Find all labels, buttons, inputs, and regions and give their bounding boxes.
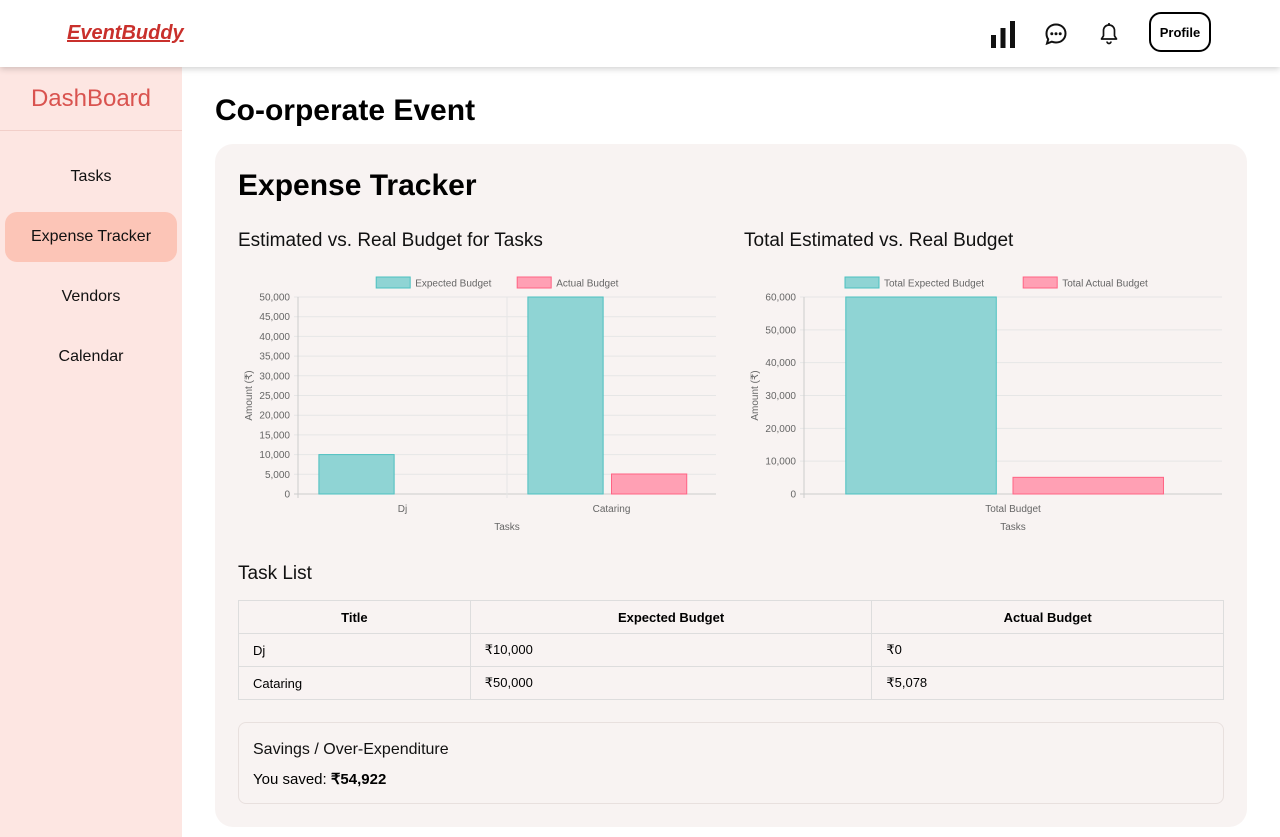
bell-icon[interactable] (1099, 18, 1119, 50)
sidebar-title: DashBoard (30, 85, 152, 112)
legend-swatch (516, 276, 552, 289)
bar (611, 473, 688, 495)
x-tick-label: Cataring (593, 504, 631, 515)
legend-label: Total Expected Budget (884, 279, 984, 290)
task-title-cell: Dj (238, 633, 471, 667)
y-tick-label: 40,000 (765, 358, 796, 369)
y-tick-label: 50,000 (259, 293, 290, 304)
y-tick-label: 10,000 (259, 450, 290, 461)
table-row: Cataring ₹50,000 ₹5,078 (238, 666, 1224, 700)
sidebar-item-expense-tracker[interactable]: Expense Tracker (5, 212, 177, 262)
legend-swatch (375, 276, 411, 289)
task-table: Title Expected Budget Actual Budget Dj ₹… (238, 600, 1224, 700)
y-tick-label: 0 (284, 490, 290, 501)
expense-tracker-card: Expense Tracker Estimated vs. Real Budge… (215, 144, 1247, 827)
x-tick-label: Dj (398, 504, 407, 515)
chat-icon[interactable] (1044, 18, 1068, 50)
sidebar-item-tasks[interactable]: Tasks (5, 152, 177, 202)
y-axis-title: Amount (₹) (244, 370, 255, 420)
profile-button[interactable]: Profile (1149, 12, 1211, 52)
legend-swatch (844, 276, 880, 289)
chart-title-tasks: Estimated vs. Real Budget for Tasks (238, 230, 543, 251)
y-tick-label: 25,000 (259, 391, 290, 402)
column-header-actual: Actual Budget (871, 600, 1224, 634)
tasks-budget-chart: 0 5,000 10,000 15,000 20,000 25,000 30,000 35,0… (244, 276, 716, 533)
task-title-cell: Cataring (238, 666, 471, 700)
bar (318, 454, 395, 495)
top-navbar: EventBuddy Profile (0, 0, 1280, 67)
expected-budget-cell: ₹50,000 (469, 666, 873, 700)
y-tick-label: 5,000 (265, 470, 290, 481)
bar (845, 296, 997, 495)
column-header-title: Title (238, 600, 471, 634)
table-row: Dj ₹10,000 ₹0 (238, 633, 1224, 667)
savings-amount: ₹54,922 (330, 771, 387, 788)
y-tick-label: 45,000 (259, 312, 290, 323)
chart-title-total: Total Estimated vs. Real Budget (744, 230, 1014, 251)
table-header-row: Title Expected Budget Actual Budget (238, 600, 1224, 634)
sidebar-item-calendar[interactable]: Calendar (5, 332, 177, 382)
bar-chart-icon[interactable] (990, 18, 1016, 50)
section-title: Expense Tracker (238, 169, 477, 202)
savings-box: Savings / Over-Expenditure You saved: ₹5… (238, 722, 1224, 804)
y-tick-label: 0 (790, 490, 796, 501)
page-title: Co-orperate Event (215, 94, 476, 127)
total-budget-chart: 0 10,000 20,000 30,000 40,000 50,000 60,000 Tot… (750, 276, 1222, 533)
x-axis-title: Tasks (1000, 522, 1026, 533)
y-tick-label: 30,000 (765, 391, 796, 402)
y-tick-label: 15,000 (259, 430, 290, 441)
y-tick-label: 10,000 (765, 457, 796, 468)
y-tick-label: 35,000 (259, 352, 290, 363)
x-tick-label: Total Budget (985, 504, 1041, 515)
y-tick-label: 50,000 (765, 325, 796, 336)
sidebar: DashBoard Tasks Expense Tracker Vendors … (0, 67, 182, 837)
savings-label: You saved: (253, 771, 327, 788)
y-tick-label: 20,000 (259, 411, 290, 422)
y-tick-label: 40,000 (259, 332, 290, 343)
y-tick-label: 30,000 (259, 371, 290, 382)
legend-label: Total Actual Budget (1062, 279, 1148, 290)
y-tick-label: 20,000 (765, 424, 796, 435)
actual-budget-cell: ₹5,078 (871, 666, 1224, 700)
sidebar-divider (0, 130, 182, 131)
column-header-expected: Expected Budget (469, 600, 873, 634)
brand-logo[interactable]: EventBuddy (67, 22, 184, 45)
actual-budget-cell: ₹0 (871, 633, 1224, 667)
task-list-title: Task List (238, 563, 312, 584)
sidebar-item-vendors[interactable]: Vendors (5, 272, 177, 322)
bar (1012, 476, 1164, 495)
expected-budget-cell: ₹10,000 (469, 633, 873, 667)
bar (527, 296, 604, 495)
legend-swatch (1022, 276, 1058, 289)
legend-label: Expected Budget (415, 279, 491, 290)
y-tick-label: 60,000 (765, 293, 796, 304)
savings-title: Savings / Over-Expenditure (253, 741, 449, 758)
x-axis-title: Tasks (494, 522, 520, 533)
savings-line: You saved: ₹54,922 (253, 770, 386, 788)
legend-label: Actual Budget (556, 279, 618, 290)
y-axis-title: Amount (₹) (750, 370, 761, 420)
